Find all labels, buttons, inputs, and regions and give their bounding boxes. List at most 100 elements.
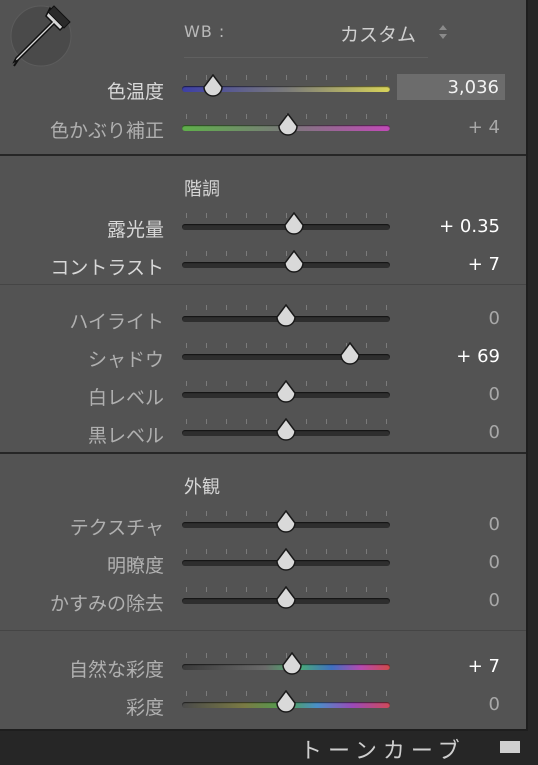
shadows-slider-thumb[interactable] xyxy=(339,342,361,366)
slider-tick xyxy=(306,251,307,256)
slider-tick xyxy=(206,653,207,658)
basic-panel: WB : カスタム 色温度 3,036 色かぶり補正 + 4 階調 露光量 + … xyxy=(0,0,528,731)
contrast-slider-thumb[interactable] xyxy=(283,250,305,274)
shadows-row: シャドウ + 69 xyxy=(0,341,526,375)
slider-tick xyxy=(346,75,347,80)
tone-curve-panel-header[interactable]: トーンカーブ xyxy=(300,733,466,765)
slider-tick xyxy=(246,251,247,256)
blacks-row: 黒レベル 0 xyxy=(0,417,526,451)
vibrance-value[interactable]: + 7 xyxy=(468,656,500,677)
slider-tick xyxy=(306,653,307,658)
dehaze-value[interactable]: 0 xyxy=(489,590,500,611)
exposure-label: 露光量 xyxy=(106,219,164,241)
slider-tick xyxy=(386,419,387,424)
clarity-value[interactable]: 0 xyxy=(489,552,500,573)
vibrance-slider-thumb[interactable] xyxy=(281,652,303,676)
slider-tick xyxy=(186,549,187,554)
exposure-slider-thumb[interactable] xyxy=(283,212,305,236)
slider-tick xyxy=(326,75,327,80)
slider-tick xyxy=(226,549,227,554)
tint-value[interactable]: + 4 xyxy=(468,117,500,138)
saturation-slider-thumb[interactable] xyxy=(275,690,297,714)
select-arrows-icon[interactable] xyxy=(438,22,448,42)
slider-tick xyxy=(326,549,327,554)
slider-tick xyxy=(246,653,247,658)
slider-tick xyxy=(186,75,187,80)
whites-value[interactable]: 0 xyxy=(489,384,500,405)
slider-tick xyxy=(266,251,267,256)
whites-slider-thumb[interactable] xyxy=(275,380,297,404)
slider-tick xyxy=(346,381,347,386)
highlights-slider-thumb[interactable] xyxy=(275,304,297,328)
clarity-slider-thumb[interactable] xyxy=(275,548,297,572)
dehaze-slider-thumb[interactable] xyxy=(275,586,297,610)
slider-tick xyxy=(186,653,187,658)
slider-tick xyxy=(226,419,227,424)
slider-tick xyxy=(206,251,207,256)
slider-tick xyxy=(226,511,227,516)
slider-tick xyxy=(286,75,287,80)
slider-tick xyxy=(346,419,347,424)
slider-tick xyxy=(366,549,367,554)
highlights-row: ハイライト 0 xyxy=(0,303,526,337)
texture-slider-thumb[interactable] xyxy=(275,510,297,534)
slider-tick xyxy=(306,343,307,348)
slider-tick xyxy=(326,381,327,386)
shadows-value[interactable]: + 69 xyxy=(456,346,500,367)
slider-tick xyxy=(306,305,307,310)
blacks-slider-thumb[interactable] xyxy=(275,418,297,442)
slider-tick xyxy=(266,343,267,348)
clarity-label: 明瞭度 xyxy=(106,555,164,577)
slider-tick xyxy=(206,381,207,386)
slider-tick xyxy=(226,653,227,658)
slider-tick xyxy=(226,343,227,348)
exposure-value[interactable]: + 0.35 xyxy=(439,216,500,237)
slider-tick xyxy=(386,691,387,696)
slider-tick xyxy=(246,381,247,386)
texture-label: テクスチャ xyxy=(69,517,164,539)
highlights-label: ハイライト xyxy=(69,311,164,333)
slider-tick xyxy=(326,114,327,119)
slider-tick xyxy=(366,511,367,516)
vibrance-row: 自然な彩度 + 7 xyxy=(0,651,526,685)
slider-tick xyxy=(346,587,347,592)
eyedropper-icon[interactable] xyxy=(8,2,74,70)
slider-tick xyxy=(306,549,307,554)
temp-slider-thumb[interactable] xyxy=(202,74,224,98)
slider-tick xyxy=(306,381,307,386)
slider-tick xyxy=(346,213,347,218)
blacks-label: 黒レベル xyxy=(87,425,164,447)
slider-tick xyxy=(266,75,267,80)
shadows-label: シャドウ xyxy=(87,349,164,371)
slider-tick xyxy=(366,381,367,386)
contrast-value[interactable]: + 7 xyxy=(468,254,500,275)
saturation-value[interactable]: 0 xyxy=(489,694,500,715)
temp-value-field[interactable]: 3,036 xyxy=(397,74,505,100)
slider-tick xyxy=(326,251,327,256)
slider-tick xyxy=(266,419,267,424)
slider-tick xyxy=(186,251,187,256)
slider-tick xyxy=(226,691,227,696)
wb-select[interactable]: カスタム xyxy=(340,20,416,47)
slider-tick xyxy=(386,213,387,218)
slider-tick xyxy=(386,587,387,592)
slider-tick xyxy=(186,419,187,424)
slider-tick xyxy=(186,587,187,592)
slider-tick xyxy=(226,587,227,592)
vibrance-label: 自然な彩度 xyxy=(68,659,164,681)
blacks-value[interactable]: 0 xyxy=(489,422,500,443)
panel-toggle-icon[interactable] xyxy=(500,741,520,753)
slider-tick xyxy=(206,587,207,592)
slider-tick xyxy=(266,511,267,516)
tint-slider-thumb[interactable] xyxy=(277,113,299,137)
slider-tick xyxy=(226,251,227,256)
highlights-value[interactable]: 0 xyxy=(489,308,500,329)
slider-tick xyxy=(326,305,327,310)
temp-label: 色温度 xyxy=(106,81,164,103)
subsection-divider xyxy=(0,630,526,631)
slider-tick xyxy=(326,653,327,658)
slider-tick xyxy=(326,587,327,592)
texture-value[interactable]: 0 xyxy=(489,514,500,535)
slider-tick xyxy=(186,343,187,348)
slider-tick xyxy=(266,114,267,119)
